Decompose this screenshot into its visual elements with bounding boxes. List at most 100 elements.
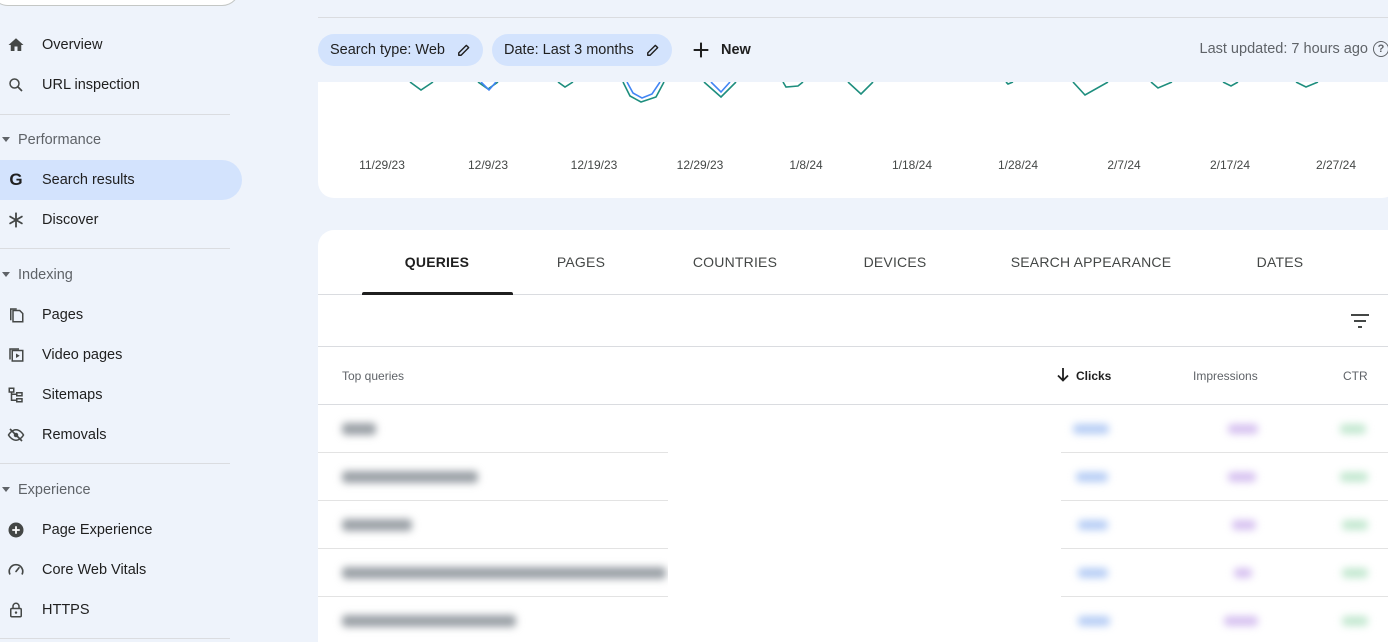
- sidebar-item-label: Video pages: [42, 347, 123, 363]
- tab-search-appearance[interactable]: SEARCH APPEARANCE: [1011, 254, 1172, 270]
- google-g-icon: G: [9, 170, 23, 189]
- sidebar-section-experience[interactable]: Experience: [0, 475, 230, 505]
- sidebar-section-performance[interactable]: Performance: [0, 125, 230, 155]
- chip-label: Date: Last 3 months: [504, 42, 634, 58]
- performance-chart: 11/29/23 12/9/23 12/19/23 12/29/23 1/8/24 1/1…: [318, 82, 1388, 198]
- section-label: Performance: [18, 132, 102, 148]
- redaction-mask: [668, 501, 1061, 549]
- redacted-query: [342, 567, 666, 579]
- section-label: Indexing: [18, 267, 73, 283]
- chip-label: Search type: Web: [330, 42, 445, 58]
- sidebar-item-https[interactable]: HTTPS: [0, 590, 242, 630]
- sidebar-item-label: Core Web Vitals: [42, 562, 147, 578]
- redacted-ctr: [1340, 424, 1366, 434]
- redaction-mask: [668, 453, 1061, 501]
- sidebar-item-label: HTTPS: [42, 602, 90, 618]
- x-tick-label: 2/7/24: [1107, 158, 1141, 172]
- sidebar-item-pages[interactable]: Pages: [0, 295, 242, 335]
- tab-dates[interactable]: DATES: [1257, 254, 1304, 270]
- redacted-impressions: [1234, 568, 1252, 578]
- table-row[interactable]: [318, 597, 1388, 642]
- caret-down-icon: [2, 272, 10, 277]
- x-tick-label: 2/17/24: [1209, 158, 1251, 172]
- column-header-clicks[interactable]: Clicks: [1076, 369, 1111, 383]
- sidebar-divider: [0, 638, 230, 639]
- property-search-input[interactable]: [0, 0, 240, 6]
- report-table-card: QUERIES PAGES COUNTRIES DEVICES SEARCH A…: [318, 230, 1388, 642]
- column-header-query[interactable]: Top queries: [342, 369, 404, 383]
- redaction-mask: [668, 549, 1061, 597]
- column-header-ctr[interactable]: CTR: [1343, 369, 1368, 383]
- date-range-chip[interactable]: Date: Last 3 months: [492, 34, 672, 66]
- filter-list-icon[interactable]: [1348, 309, 1372, 333]
- help-icon[interactable]: ?: [1373, 41, 1388, 57]
- redacted-ctr: [1342, 616, 1368, 626]
- redacted-ctr: [1340, 472, 1368, 482]
- table-row[interactable]: [318, 453, 1388, 501]
- lock-icon: [6, 600, 26, 620]
- series-impressions-line: [480, 82, 731, 99]
- caret-down-icon: [2, 137, 10, 142]
- x-tick-label: 1/28/24: [997, 158, 1039, 172]
- x-tick-label: 1/8/24: [789, 158, 823, 172]
- tab-devices[interactable]: DEVICES: [864, 254, 927, 270]
- sidebar-item-discover[interactable]: Discover: [0, 200, 242, 240]
- redacted-clicks: [1078, 568, 1108, 578]
- sidebar-item-overview[interactable]: Overview: [0, 25, 242, 65]
- sidebar-divider: [0, 248, 230, 249]
- edit-pencil-icon: [457, 43, 471, 57]
- search-icon: [6, 75, 26, 95]
- search-type-chip[interactable]: Search type: Web: [318, 34, 483, 66]
- series-clicks-line: [409, 82, 1319, 103]
- new-label: New: [721, 42, 751, 58]
- sidebar-divider: [0, 463, 230, 464]
- sidebar-item-url-inspection[interactable]: URL inspection: [0, 65, 242, 105]
- sidebar-item-core-web-vitals[interactable]: Core Web Vitals: [0, 550, 242, 590]
- tab-queries[interactable]: QUERIES: [405, 254, 469, 270]
- caret-down-icon: [2, 487, 10, 492]
- x-tick-label: 12/9/23: [467, 158, 509, 172]
- last-updated-text: Last updated: 7 hours ago: [1199, 41, 1369, 57]
- sidebar-section-indexing[interactable]: Indexing: [0, 260, 230, 290]
- sidebar-item-sitemaps[interactable]: Sitemaps: [0, 375, 242, 415]
- tab-countries[interactable]: COUNTRIES: [693, 254, 777, 270]
- sidebar-divider: [0, 114, 230, 115]
- column-header-impressions[interactable]: Impressions: [1193, 369, 1258, 383]
- table-toolbar: [318, 295, 1388, 347]
- x-tick-label: 11/29/23: [359, 158, 405, 172]
- sidebar-item-video-pages[interactable]: Video pages: [0, 335, 242, 375]
- plus-icon: [690, 39, 712, 61]
- sidebar-item-label: Overview: [42, 37, 103, 53]
- x-tick-label: 2/27/24: [1315, 158, 1357, 172]
- dimension-tabs: QUERIES PAGES COUNTRIES DEVICES SEARCH A…: [318, 230, 1388, 295]
- asterisk-icon: [6, 210, 26, 230]
- section-label: Experience: [18, 482, 91, 498]
- header-divider: [318, 17, 1388, 18]
- table-row[interactable]: [318, 501, 1388, 549]
- sidebar: Overview URL inspection Performance G Se…: [0, 0, 250, 642]
- redacted-impressions: [1228, 424, 1258, 434]
- redacted-ctr: [1342, 568, 1368, 578]
- sitemap-icon: [6, 385, 26, 405]
- pages-icon: [6, 305, 26, 325]
- home-icon: [6, 35, 26, 55]
- arrow-down-icon[interactable]: [1056, 367, 1070, 383]
- redacted-clicks: [1076, 472, 1108, 482]
- sidebar-item-search-results[interactable]: G Search results: [0, 160, 242, 200]
- edit-pencil-icon: [646, 43, 660, 57]
- table-header: Top queries Clicks Impressions CTR: [318, 347, 1388, 405]
- sidebar-item-page-experience[interactable]: Page Experience: [0, 510, 242, 550]
- sidebar-item-label: Search results: [42, 172, 135, 188]
- table-row[interactable]: [318, 405, 1388, 453]
- redacted-query: [342, 615, 516, 627]
- table-row[interactable]: [318, 549, 1388, 597]
- x-tick-label: 12/29/23: [676, 158, 724, 172]
- redacted-impressions: [1224, 616, 1258, 626]
- sidebar-item-label: Page Experience: [42, 522, 153, 538]
- sidebar-item-label: Pages: [42, 307, 84, 323]
- new-filter-button[interactable]: New: [690, 34, 751, 66]
- redacted-query: [342, 519, 412, 531]
- redacted-clicks: [1073, 424, 1109, 434]
- sidebar-item-removals[interactable]: Removals: [0, 415, 242, 455]
- tab-pages[interactable]: PAGES: [557, 254, 605, 270]
